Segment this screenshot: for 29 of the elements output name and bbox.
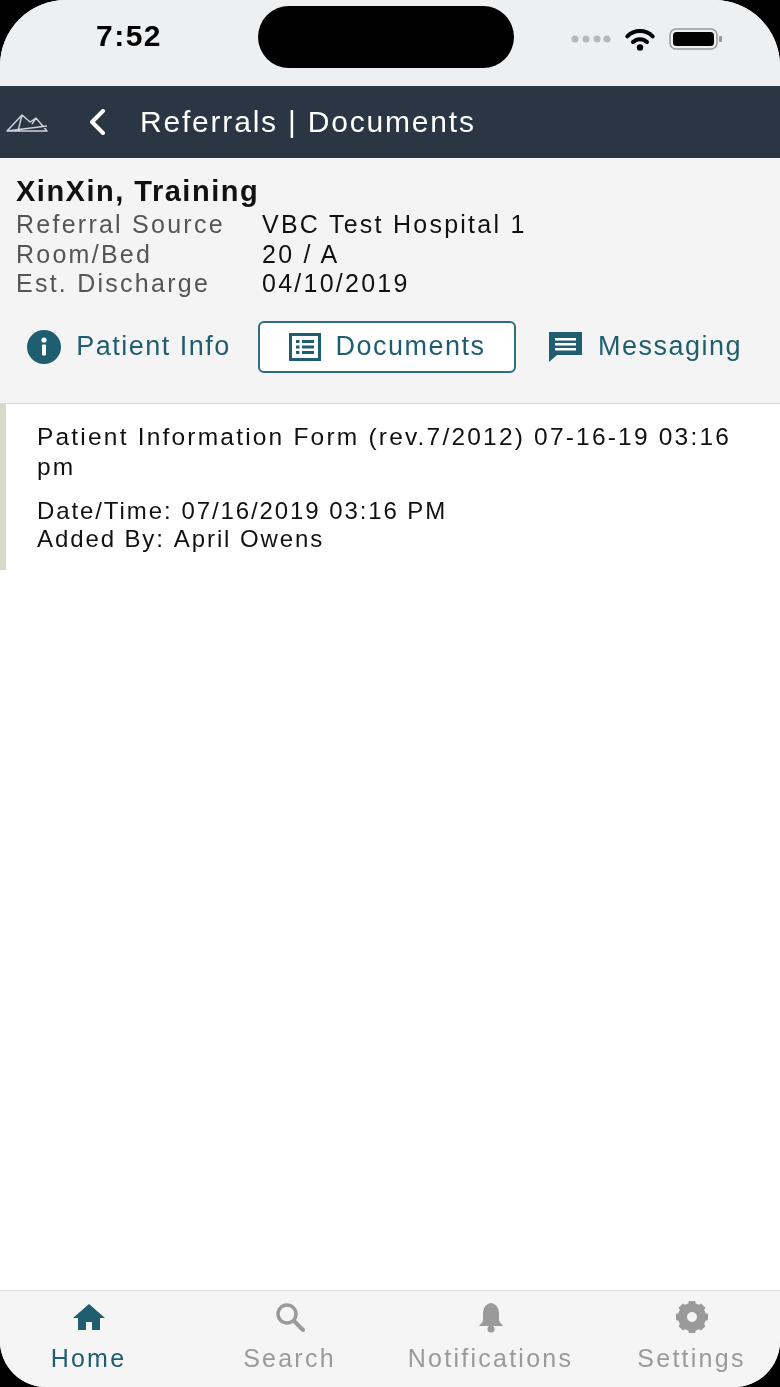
signal-dots-icon [571, 35, 611, 43]
detail-value: 20 / A [262, 239, 341, 269]
segment-tab[interactable]: Messaging [516, 320, 774, 373]
detail-value: VBC Test Hospital 1 [262, 210, 528, 240]
search-icon [274, 1302, 305, 1332]
chat-bubble-icon [548, 330, 584, 363]
detail-label: Referral Source [16, 210, 226, 240]
detail-value: 04/10/2019 [262, 269, 411, 299]
tab-bar-item[interactable]: Home [0, 1291, 189, 1387]
segment-tab[interactable]: Patient Info [0, 320, 258, 373]
document-title: Patient Information Form (rev.7/2012) 07-16-19 03:16 pm [37, 422, 733, 482]
detail-label: Room/Bed [16, 239, 154, 269]
screen-title: Referrals | Documents [140, 105, 476, 139]
home-icon [71, 1303, 106, 1331]
status-time: 7:52 [95, 19, 162, 53]
patient-name: XinXin, Training [16, 174, 261, 208]
back-icon[interactable] [88, 109, 106, 135]
gear-icon [675, 1301, 708, 1333]
field-label: Date/Time: [37, 497, 173, 525]
field-value: April Owens [173, 525, 325, 553]
segment-tab[interactable]: Documents [258, 320, 516, 373]
list-icon [288, 332, 321, 361]
info-icon [27, 329, 62, 364]
bell-icon [476, 1301, 505, 1333]
detail-label: Est. Discharge [16, 269, 212, 299]
field-value: 07/16/2019 03:16 PM [181, 497, 448, 525]
wifi-icon [623, 27, 657, 51]
field-label: Added By: [37, 525, 165, 553]
battery-icon [669, 28, 723, 50]
